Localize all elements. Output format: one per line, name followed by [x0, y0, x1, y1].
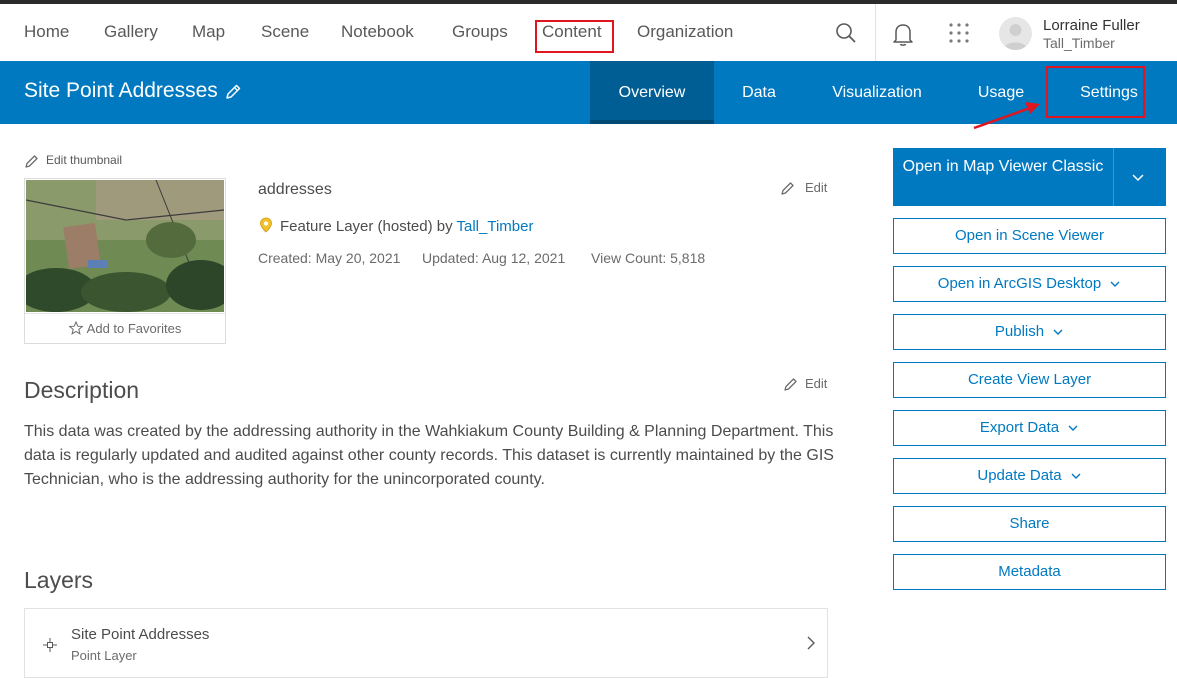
primary-button-label: Open in Map Viewer Classic — [902, 158, 1104, 175]
item-type-line: Feature Layer (hosted) by Tall_Timber — [258, 217, 533, 235]
open-in-scene-viewer-button[interactable]: Open in Scene Viewer — [893, 218, 1166, 254]
button-label: Publish — [994, 323, 1045, 340]
update-data-button[interactable]: Update Data — [893, 458, 1166, 494]
nav-notebook[interactable]: Notebook — [341, 22, 414, 42]
description-text: This data was created by the addressing … — [24, 423, 834, 488]
item-type: Feature Layer (hosted) by — [280, 218, 453, 235]
tab-visualization[interactable]: Visualization — [822, 61, 932, 124]
created-date: Created: May 20, 2021 — [258, 250, 401, 266]
edit-description-link[interactable]: Edit — [805, 376, 827, 391]
chevron-down-icon — [1053, 329, 1063, 336]
list-item[interactable]: Site Point Addresses Point Layer — [24, 608, 828, 678]
user-handle[interactable]: Tall_Timber — [1043, 35, 1115, 51]
user-name[interactable]: Lorraine Fuller — [1043, 17, 1140, 34]
nav-groups[interactable]: Groups — [452, 22, 508, 42]
nav-home[interactable]: Home — [24, 22, 69, 42]
chevron-right-icon[interactable] — [806, 636, 816, 650]
metadata-button[interactable]: Metadata — [893, 554, 1166, 590]
nav-scene[interactable]: Scene — [261, 22, 309, 42]
owner-link[interactable]: Tall_Timber — [457, 218, 534, 235]
button-label: Share — [1009, 515, 1050, 532]
search-icon[interactable] — [834, 21, 858, 45]
feature-layer-icon — [260, 217, 272, 233]
item-name: addresses — [258, 181, 332, 198]
button-label: Open in ArcGIS Desktop — [937, 275, 1102, 292]
share-button[interactable]: Share — [893, 506, 1166, 542]
pencil-icon[interactable] — [780, 180, 796, 196]
point-layer-icon — [43, 638, 57, 652]
layer-name: Site Point Addresses — [71, 626, 210, 643]
button-label: Update Data — [977, 467, 1062, 484]
top-navigation: Home Gallery Map Scene Notebook Groups C… — [0, 4, 1177, 61]
tab-data[interactable]: Data — [727, 61, 791, 124]
user-avatar-icon — [1003, 24, 1028, 50]
view-count: View Count: 5,818 — [591, 250, 706, 266]
thumbnail-card: Add to Favorites — [24, 178, 226, 344]
edit-item-link[interactable]: Edit — [805, 180, 827, 195]
create-view-layer-button[interactable]: Create View Layer — [893, 362, 1166, 398]
open-in-map-viewer-classic-button[interactable]: Open in Map Viewer Classic — [893, 148, 1166, 206]
nav-divider — [875, 4, 876, 61]
star-icon — [68, 320, 84, 335]
updated-date: Updated: Aug 12, 2021 — [422, 250, 566, 266]
chevron-down-icon — [1071, 473, 1081, 480]
chevron-down-icon — [1068, 425, 1078, 432]
add-to-favorites-button[interactable]: Add to Favorites — [25, 313, 225, 343]
bell-icon[interactable] — [891, 21, 915, 47]
apps-grid-icon[interactable] — [948, 22, 970, 44]
edit-thumbnail-link[interactable]: Edit thumbnail — [46, 153, 122, 167]
annotation-arrow-icon — [973, 102, 1040, 130]
open-in-arcgis-desktop-button[interactable]: Open in ArcGIS Desktop — [893, 266, 1166, 302]
add-to-favorites-label: Add to Favorites — [86, 321, 182, 336]
tab-overview[interactable]: Overview — [590, 61, 714, 124]
item-thumbnail — [26, 180, 224, 312]
pencil-icon[interactable] — [783, 376, 799, 392]
layer-type: Point Layer — [71, 648, 137, 663]
split-divider — [1113, 148, 1114, 206]
layers-heading: Layers — [24, 567, 94, 593]
description-heading: Description — [24, 377, 140, 403]
avatar[interactable] — [999, 17, 1032, 50]
pencil-icon[interactable] — [24, 153, 40, 169]
publish-button[interactable]: Publish — [893, 314, 1166, 350]
nav-gallery[interactable]: Gallery — [104, 22, 158, 42]
pencil-icon[interactable] — [224, 83, 242, 101]
chevron-down-icon[interactable] — [1131, 170, 1145, 184]
nav-organization[interactable]: Organization — [637, 22, 733, 42]
chevron-down-icon — [1110, 281, 1120, 288]
button-label: Open in Scene Viewer — [955, 227, 1104, 244]
button-label: Create View Layer — [967, 371, 1092, 388]
button-label: Export Data — [979, 419, 1060, 436]
page-title: Site Point Addresses — [24, 79, 218, 102]
button-label: Metadata — [998, 563, 1061, 580]
export-data-button[interactable]: Export Data — [893, 410, 1166, 446]
content-highlight-box — [535, 20, 614, 53]
nav-map[interactable]: Map — [192, 22, 225, 42]
settings-highlight-box — [1046, 66, 1145, 118]
